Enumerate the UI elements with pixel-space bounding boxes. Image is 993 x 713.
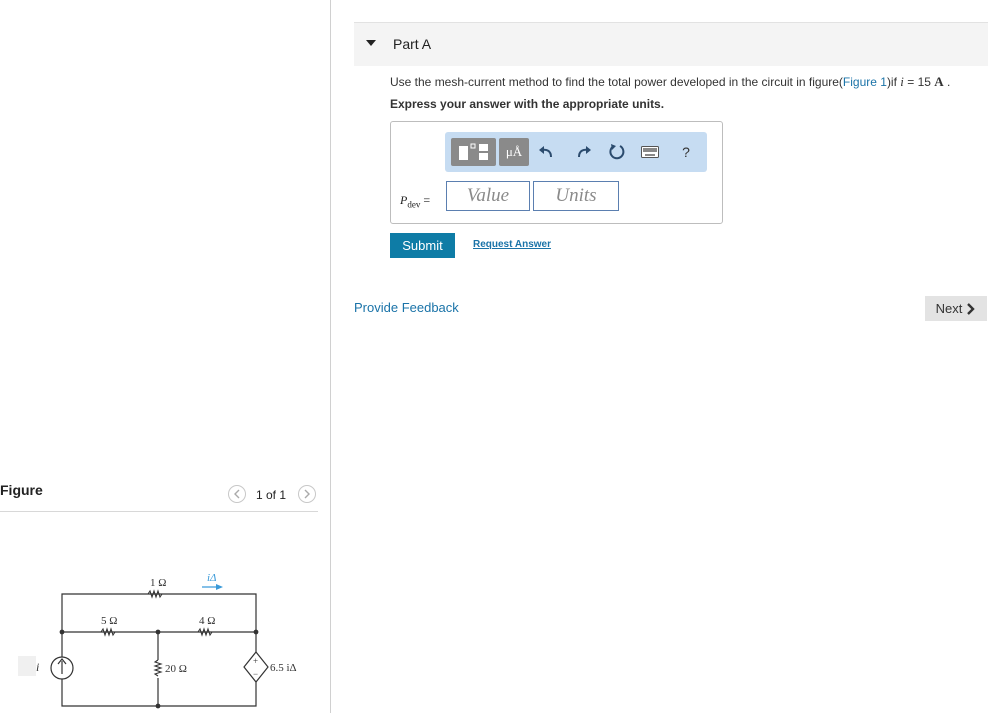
redo-icon[interactable] — [573, 142, 595, 162]
units-placeholder: Units — [555, 185, 597, 206]
answer-variable-label: Pdev = — [400, 193, 430, 209]
part-title: Part A — [393, 36, 432, 52]
value-input[interactable]: Value — [446, 181, 530, 211]
question-text: Use the mesh-current method to find the … — [390, 74, 950, 90]
units-input[interactable]: Units — [533, 181, 619, 211]
figure-count: 1 of 1 — [256, 488, 287, 502]
minus-sign: − — [253, 669, 258, 679]
collapse-triangle-icon[interactable] — [366, 40, 376, 46]
answer-equals: = — [420, 193, 431, 207]
question-equals: = 15 — [903, 75, 935, 89]
part-header[interactable] — [354, 22, 988, 66]
current-arrow-icon — [216, 584, 223, 590]
provide-feedback-link[interactable]: Provide Feedback — [354, 300, 459, 315]
resistor-20ohm — [153, 659, 163, 677]
help-icon[interactable]: ? — [676, 142, 696, 162]
question-text-start: Use the mesh-current method to find the … — [390, 75, 843, 89]
label-20ohm: 20 Ω — [165, 663, 187, 675]
request-answer-link[interactable]: Request Answer — [473, 239, 551, 250]
circuit-diagram[interactable]: + − 1 Ω 5 Ω 4 Ω 20 Ω iΔ i 6.5 iΔ — [0, 560, 320, 713]
label-dep-source: 6.5 iΔ — [270, 662, 297, 674]
math-toolbar: μÅ ? — [445, 132, 707, 172]
next-button[interactable]: Next — [925, 296, 987, 321]
label-5ohm: 5 Ω — [101, 615, 117, 627]
previous-figure-button[interactable] — [228, 485, 246, 503]
figure-link[interactable]: Figure 1 — [843, 75, 887, 89]
question-text-mid: )if — [886, 75, 901, 89]
question-period: . — [943, 75, 951, 89]
answer-variable-subscript: dev — [407, 199, 421, 210]
chevron-right-icon — [304, 489, 310, 499]
label-current-arrow: iΔ — [207, 572, 217, 584]
label-4ohm: 4 Ω — [199, 615, 215, 627]
chevron-right-icon — [967, 302, 976, 315]
value-placeholder: Value — [466, 185, 510, 206]
label-source-i: i — [36, 660, 39, 674]
next-button-label: Next — [935, 301, 963, 316]
label-1ohm: 1 Ω — [150, 577, 166, 589]
figure-rule — [0, 511, 318, 512]
units-icon[interactable]: μÅ — [499, 138, 529, 166]
reset-icon[interactable] — [605, 142, 629, 162]
figure-heading: Figure — [0, 482, 43, 498]
instruction-text: Express your answer with the appropriate… — [390, 97, 665, 111]
chevron-left-icon — [234, 489, 240, 499]
question-unit: A — [934, 74, 944, 89]
submit-button[interactable]: Submit — [390, 233, 455, 258]
plus-sign: + — [253, 656, 258, 666]
keyboard-icon[interactable] — [640, 144, 660, 160]
next-figure-button[interactable] — [298, 485, 316, 503]
undo-icon[interactable] — [535, 142, 557, 162]
templates-icon[interactable] — [451, 138, 496, 166]
panel-divider — [330, 0, 331, 713]
